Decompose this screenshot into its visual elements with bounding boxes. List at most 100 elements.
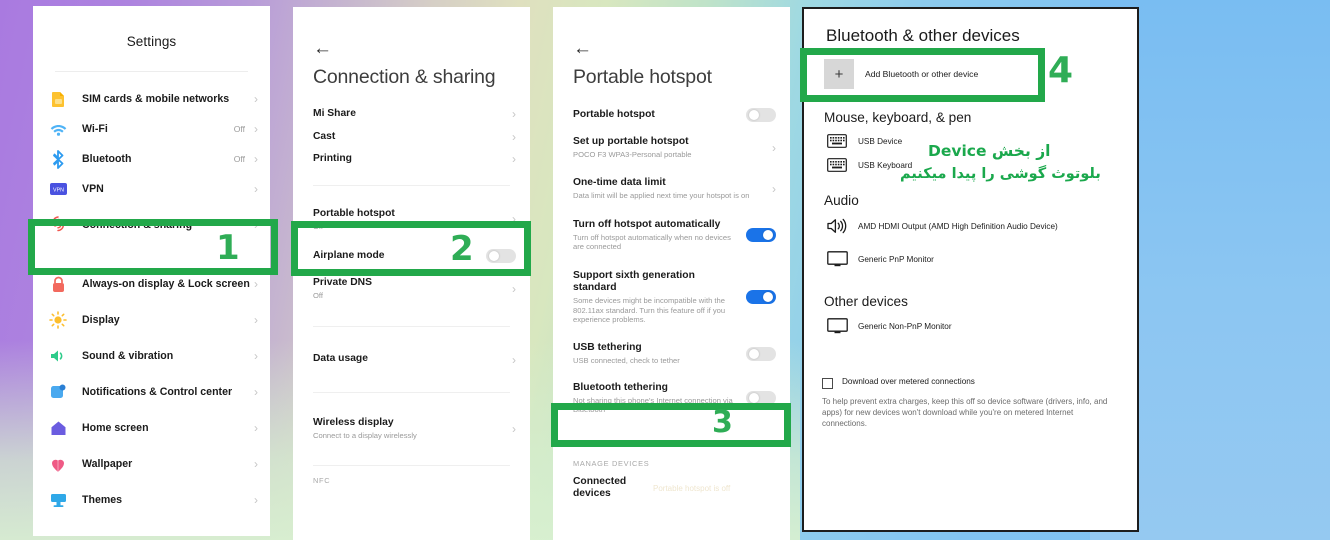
list-item-data-usage[interactable]: Data usage › [293, 344, 530, 375]
list-item-one-time-data-limit[interactable]: One-time data limit Data limit will be a… [553, 168, 790, 209]
sidebar-item-themes[interactable]: Themes › [33, 482, 270, 518]
chevron-right-icon: › [254, 457, 258, 471]
themes-icon [47, 489, 69, 511]
portable-hotspot-toggle[interactable] [746, 108, 776, 122]
list-item-bluetooth-tethering[interactable]: Bluetooth tethering Not sharing this pho… [553, 375, 790, 424]
sidebar-item-label: Sound & vibration [82, 349, 174, 362]
monitor-icon [826, 318, 848, 334]
support-sixth-generation-toggle[interactable] [746, 289, 776, 304]
chevron-right-icon: › [512, 152, 516, 167]
sidebar-item-always-on-display[interactable]: Always-on display & Lock screen › [33, 266, 270, 302]
usb-tethering-toggle[interactable] [746, 347, 776, 362]
divider [313, 184, 510, 186]
sidebar-item-wallpaper[interactable]: Wallpaper › [33, 446, 270, 482]
list-item-label: Data usage [313, 353, 368, 365]
device-label: Generic Non-PnP Monitor [858, 321, 952, 331]
turn-off-hotspot-automatically-toggle[interactable] [746, 228, 776, 243]
device-row-amd-hdmi-output[interactable]: AMD HDMI Output (AMD High Definition Aud… [804, 212, 1137, 240]
step-number-3: 3 [712, 405, 733, 440]
add-bluetooth-device-button[interactable]: + Add Bluetooth or other device [824, 56, 1031, 92]
chevron-right-icon: › [254, 92, 258, 106]
persian-annotation-line-2: بلوتوث گوشی را پیدا میکنیم [900, 166, 1101, 182]
list-item-airplane-mode[interactable]: Airplane mode [293, 239, 530, 269]
list-item-sublabel: Turn off hotspot automatically when no d… [573, 232, 731, 252]
sidebar-item-bluetooth[interactable]: Bluetooth Off › [33, 144, 270, 174]
list-item-private-dns[interactable]: Private DNS Off › [293, 269, 530, 309]
sidebar-item-display[interactable]: Display › [33, 302, 270, 338]
list-item-label: One-time data limit [573, 177, 666, 189]
device-row-generic-non-pnp-monitor[interactable]: Generic Non-PnP Monitor [804, 313, 1137, 339]
list-item-cast[interactable]: Cast › [293, 126, 530, 149]
keyboard-icon [826, 158, 848, 172]
list-item-mi-share[interactable]: Mi Share › [293, 103, 530, 126]
sidebar-item-value: Off [233, 124, 245, 134]
metered-connections-checkbox-row[interactable]: Download over metered connections [804, 339, 1137, 389]
list-item-sublabel: Connect to a display wirelessly [313, 430, 417, 440]
sidebar-item-label: VPN [82, 182, 104, 195]
connected-devices-status: Portable hotspot is off [653, 483, 731, 493]
airplane-mode-toggle[interactable] [486, 248, 516, 263]
list-item-portable-hotspot[interactable]: Portable hotspot [553, 103, 790, 127]
sidebar-item-wifi[interactable]: Wi-Fi Off › [33, 114, 270, 144]
divider [313, 391, 510, 393]
section-heading-mouse-keyboard-pen: Mouse, keyboard, & pen [824, 110, 972, 125]
sidebar-item-label: Wallpaper [82, 457, 133, 470]
sim-card-icon [47, 88, 69, 110]
sidebar-item-value: Off [233, 154, 245, 164]
speaker-wave-icon [826, 217, 848, 235]
back-button[interactable]: ← [293, 7, 530, 58]
chevron-right-icon: › [254, 421, 258, 435]
list-item-label: Mi Share [313, 108, 356, 119]
bluetooth-tethering-toggle[interactable] [746, 391, 776, 406]
list-item-sublabel: Off [313, 221, 323, 231]
list-item-wireless-display[interactable]: Wireless display Connect to a display wi… [293, 408, 530, 449]
sidebar-item-notifications[interactable]: Notifications & Control center › [33, 374, 270, 410]
divider [313, 326, 510, 328]
sidebar-item-label: Home screen [82, 421, 149, 434]
list-item-sublabel: Data limit will be applied next time you… [573, 191, 750, 201]
list-item-printing[interactable]: Printing › [293, 148, 530, 171]
chevron-right-icon: › [254, 182, 258, 196]
sidebar-item-sim-cards[interactable]: SIM cards & mobile networks › [33, 84, 270, 114]
chevron-right-icon: › [254, 218, 258, 232]
sidebar-item-label: Always-on display & Lock screen [82, 277, 250, 290]
sidebar-item-label: Notifications & Control center [82, 385, 233, 398]
list-item-label: Bluetooth tethering [573, 381, 668, 393]
connection-sharing-icon [47, 214, 69, 236]
chevron-right-icon: › [254, 313, 258, 327]
persian-annotation-line-1: از بخش Device [928, 142, 1051, 160]
list-item-label: Portable hotspot [573, 108, 655, 120]
sidebar-item-label: Themes [82, 493, 123, 506]
list-item-set-up-portable-hotspot[interactable]: Set up portable hotspot POCO F3 WPA3-Per… [553, 127, 790, 168]
list-item-connected-devices[interactable]: Connected devices Portable hotspot is of… [553, 472, 790, 510]
sidebar-item-vpn[interactable]: VPN VPN › [33, 174, 270, 204]
page-title: Settings [126, 34, 177, 49]
chevron-right-icon: › [512, 352, 516, 367]
back-button[interactable]: ← [553, 7, 790, 58]
page-title: Bluetooth & other devices [826, 26, 1020, 45]
sidebar-item-sound-vibration[interactable]: Sound & vibration › [33, 338, 270, 374]
sidebar-item-label: SIM cards & mobile networks [82, 92, 230, 105]
wifi-icon [47, 118, 69, 140]
speaker-icon [47, 345, 69, 367]
chevron-right-icon: › [512, 281, 516, 296]
list-item-usb-tethering[interactable]: USB tethering USB connected, check to te… [553, 333, 790, 374]
list-item-support-sixth-generation-standard[interactable]: Support sixth generation standard Some d… [553, 261, 790, 334]
portable-hotspot-panel: ← Portable hotspot Portable hotspot Set … [553, 7, 790, 540]
monitor-icon [826, 251, 848, 267]
section-heading-other-devices: Other devices [824, 294, 908, 309]
page-title: Portable hotspot [573, 66, 712, 88]
group-label-manage-devices: MANAGE DEVICES [573, 458, 650, 468]
chevron-right-icon: › [512, 421, 516, 436]
list-item-label: Portable hotspot [313, 207, 395, 219]
list-item-label: Wireless display [313, 416, 394, 428]
list-item-turn-off-hotspot-automatically[interactable]: Turn off hotspot automatically Turn off … [553, 210, 790, 261]
device-label: AMD HDMI Output (AMD High Definition Aud… [858, 221, 1058, 231]
device-row-generic-pnp-monitor[interactable]: Generic PnP Monitor [804, 240, 1137, 272]
sidebar-item-home-screen[interactable]: Home screen › [33, 410, 270, 446]
list-item-label: Set up portable hotspot [573, 136, 689, 147]
list-item-sublabel: Some devices might be incompatible with … [573, 296, 726, 324]
list-item-portable-hotspot[interactable]: Portable hotspot Off › [293, 200, 530, 239]
metered-connections-checkbox[interactable] [822, 378, 833, 389]
group-label-nfc: NFC [313, 476, 331, 486]
